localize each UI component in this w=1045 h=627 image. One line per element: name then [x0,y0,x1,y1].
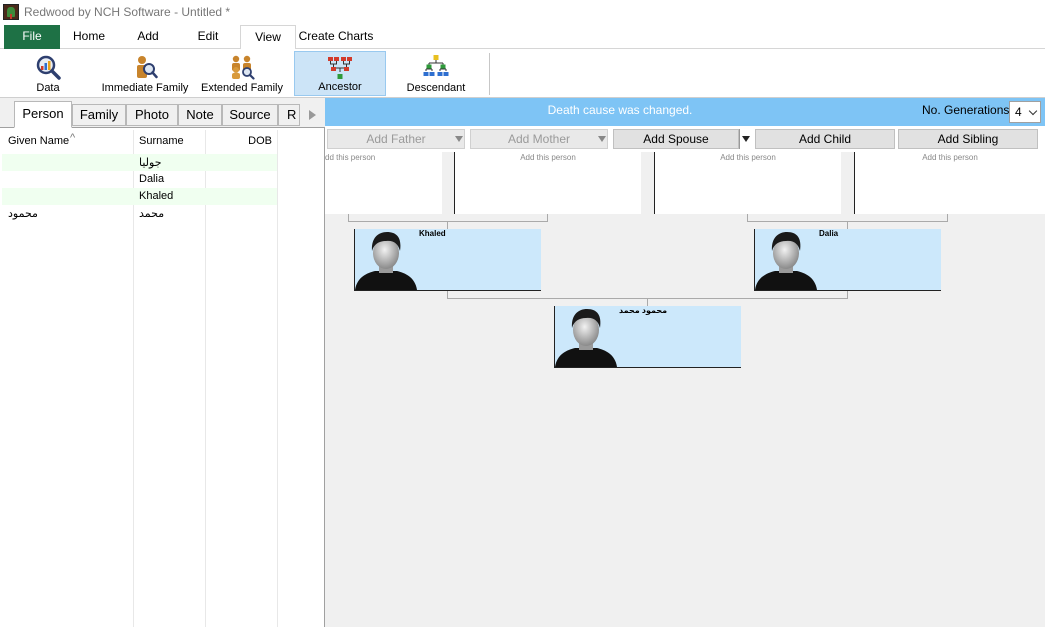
ancestor-chart-canvas: Death cause was changed. No. Generations… [325,98,1045,627]
table-row[interactable]: Khaled [2,188,277,205]
window-title: Redwood by NCH Software - Untitled * [24,4,231,19]
app-tree-icon [3,3,19,20]
add-mother-button[interactable]: Add Mother [470,129,608,149]
given-name-header-label: Given Name [8,135,70,147]
add-person-hint: Add this person [520,153,576,162]
ancestor-chart-label: Ancestor [318,81,362,93]
tree-connector [447,221,448,229]
data-view-label: Data [36,82,60,94]
immediate-family-icon [137,56,158,79]
status-bar: Death cause was changed. No. Generations… [325,98,1045,126]
table-row[interactable]: Dalia [2,171,277,188]
immediate-family-label: Immediate Family [101,82,189,94]
ribbon-divider [489,53,490,95]
tree-connector [947,214,948,221]
add-spouse-dropdown-icon[interactable] [739,129,751,149]
generations-select[interactable]: 4 [1009,101,1041,123]
ancestor-tree-icon [328,57,352,79]
column-divider [277,130,278,627]
table-row[interactable]: جوليا [2,154,277,171]
extended-family-icon [232,55,255,80]
surname-cell: جوليا [139,157,162,169]
tab-source[interactable]: Source [222,104,278,126]
tree-connector [747,214,748,221]
table-row[interactable]: محمود محمد [2,205,277,222]
extended-family-label: Extended Family [201,82,283,94]
tab-family[interactable]: Family [72,104,126,126]
empty-person-slot[interactable]: Add this person [854,152,1045,214]
empty-person-slot[interactable]: Add this person [454,152,641,214]
person-list-table: Given Name ^ Surname DOB جوليا Dalia Kha… [2,130,324,627]
add-person-hint: Add this person [922,153,978,162]
column-header-given-name[interactable]: Given Name ^ [8,130,132,152]
person-avatar-icon [755,232,817,290]
generations-value: 4 [1015,105,1022,119]
add-person-hint: dd this person [325,153,376,162]
add-child-button[interactable]: Add Child [755,129,895,149]
tree-connector [647,298,648,306]
menu-bar: File Home Add Edit View Create Charts [0,25,1045,50]
ribbon-toolbar: Data Immediate Family Extended Family An… [0,49,1045,98]
add-mother-dropdown-icon[interactable] [596,129,608,149]
person-name: Khaled [419,229,446,238]
generations-label: No. Generations: [922,103,1013,117]
surname-cell: Khaled [139,190,174,202]
column-header-surname[interactable]: Surname [139,130,205,152]
descendant-tree-icon [423,55,449,76]
add-person-hint: Add this person [720,153,776,162]
column-header-dob[interactable]: DOB [208,130,272,152]
empty-person-slot[interactable]: Add this person [654,152,841,214]
left-tab-strip: Person Family Photo Note Source R [0,98,325,128]
empty-person-slot[interactable]: dd this person [325,152,442,214]
tree-connector [847,291,848,298]
tree-connector [547,214,548,221]
tree-connector [348,214,349,221]
tab-photo[interactable]: Photo [126,104,178,126]
person-avatar-icon [355,232,417,290]
ancestor-chart-button[interactable]: Ancestor [294,51,386,96]
descendant-chart-button[interactable]: Descendant [400,51,472,96]
immediate-family-button[interactable]: Immediate Family [100,51,190,96]
menu-add[interactable]: Add [120,25,176,49]
extended-family-button[interactable]: Extended Family [196,51,288,96]
sort-ascending-icon: ^ [70,132,76,144]
data-view-button[interactable]: Data [18,51,78,96]
person-name: Dalia [819,229,839,238]
tree-connector [847,221,848,229]
menu-edit[interactable]: Edit [180,25,236,49]
add-spouse-button[interactable]: Add Spouse [613,129,739,149]
tree-connector [348,221,548,222]
person-card-dalia[interactable]: Dalia [754,229,941,291]
person-name: محمود محمد [619,306,668,315]
surname-cell: محمد [139,208,165,220]
tab-person[interactable]: Person [14,101,72,128]
surname-cell: Dalia [139,173,165,185]
menu-home[interactable]: Home [62,25,116,49]
tab-note[interactable]: Note [178,104,222,126]
menu-view[interactable]: View [240,25,296,50]
person-card-mahmoud[interactable]: محمود محمد [554,306,741,368]
tab-truncated[interactable]: R [278,104,300,126]
descendant-chart-label: Descendant [406,82,466,94]
tree-connector [447,291,448,298]
title-bar: Redwood by NCH Software - Untitled * [0,0,1045,23]
given-name-cell: محمود [8,208,38,220]
magnifier-icon [36,55,61,80]
add-father-dropdown-icon[interactable] [453,129,465,149]
left-panel: Person Family Photo Note Source R Given … [0,98,325,627]
person-card-khaled[interactable]: Khaled [354,229,541,291]
add-sibling-button[interactable]: Add Sibling [898,129,1038,149]
menu-file[interactable]: File [4,25,60,49]
person-action-bar: Add Father Add Mother Add Spouse Add Chi… [325,126,1045,178]
person-avatar-icon [555,309,617,367]
status-message: Death cause was changed. [547,103,693,117]
tab-scroll-right-icon[interactable] [302,104,322,126]
menu-create-charts[interactable]: Create Charts [298,25,374,49]
add-father-button[interactable]: Add Father [327,129,465,149]
